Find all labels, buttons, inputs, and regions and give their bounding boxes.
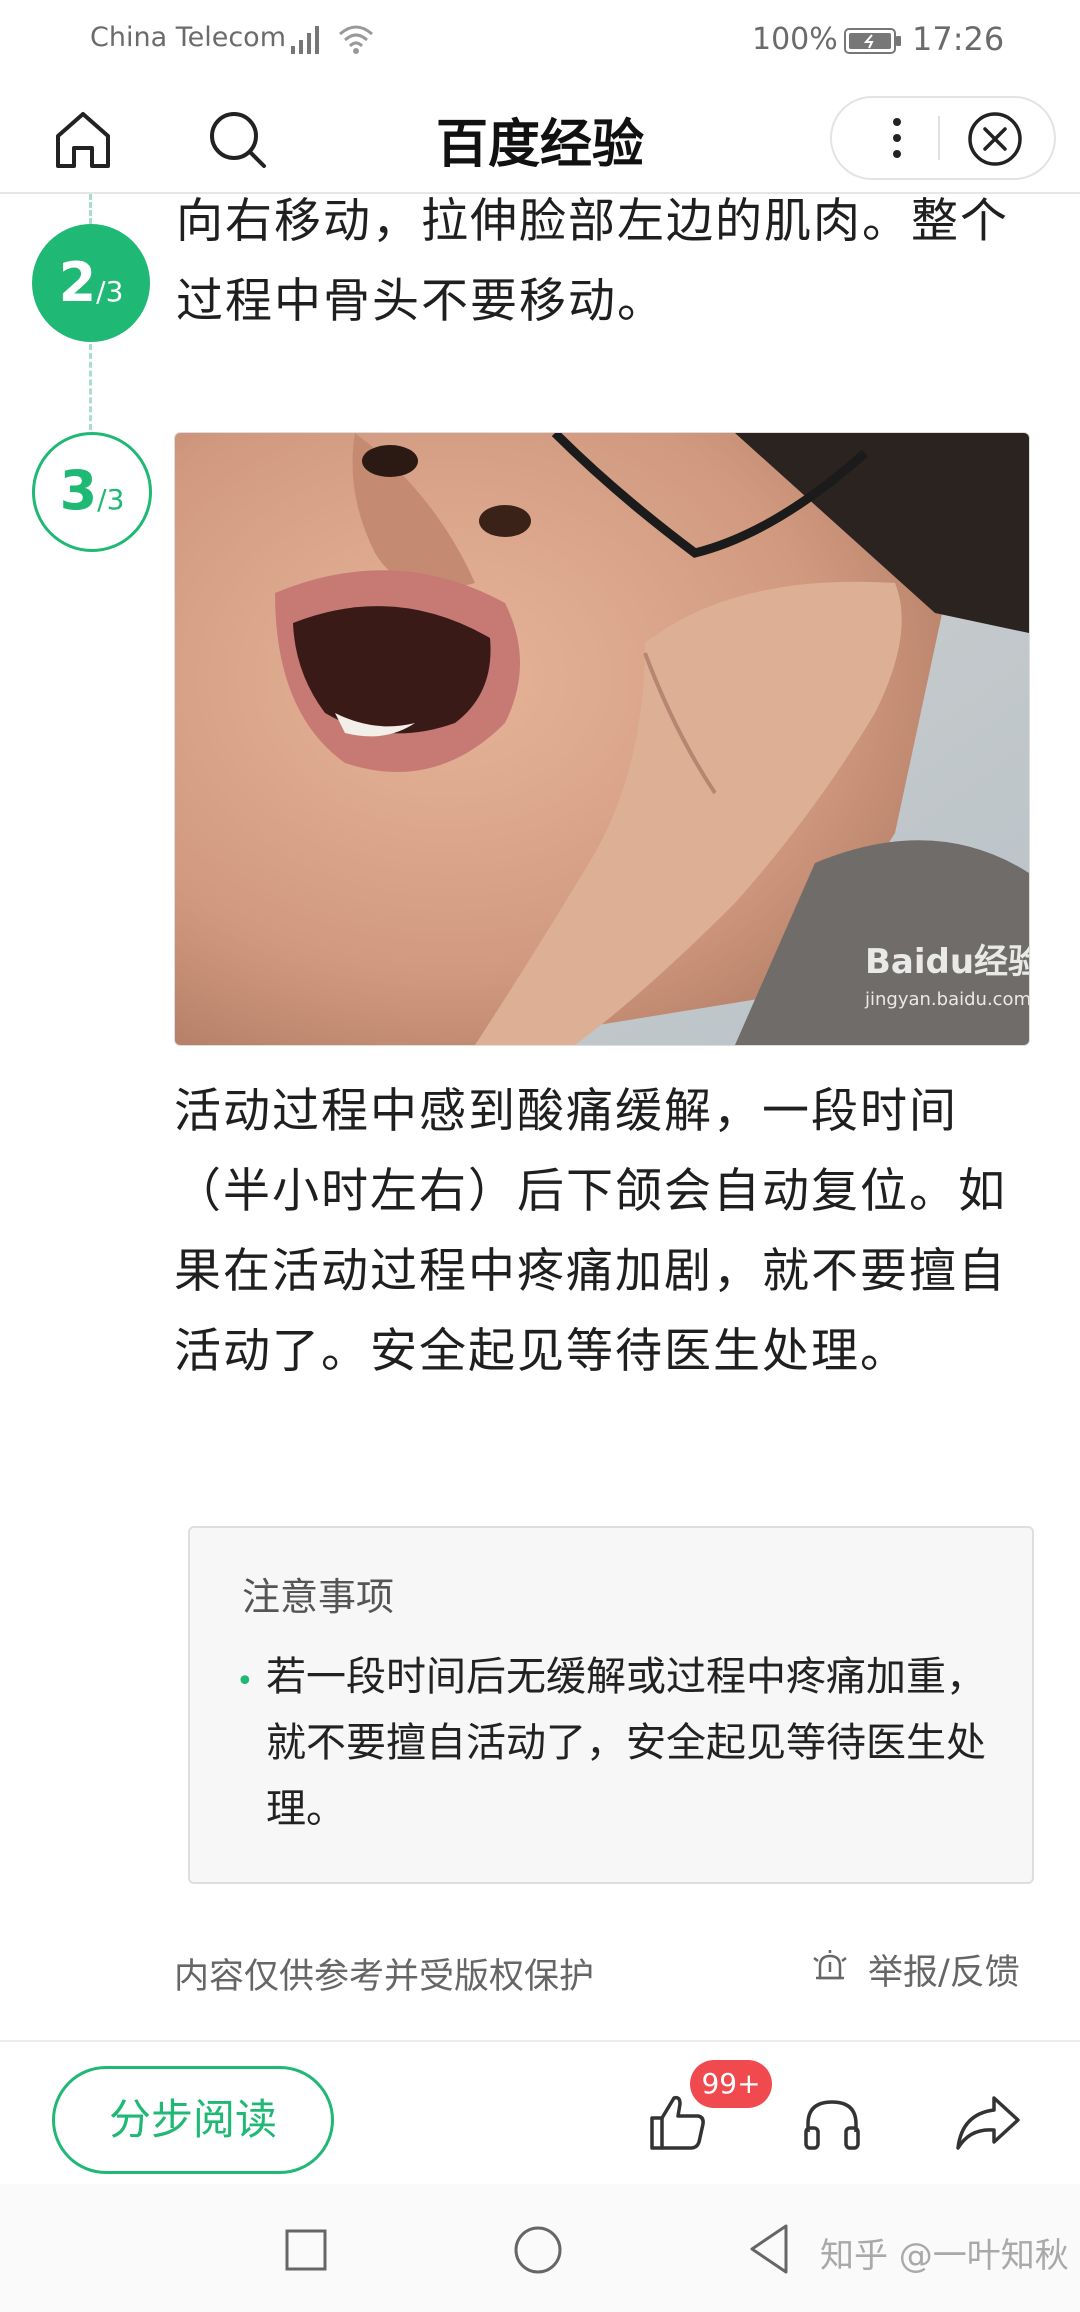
like-count-badge: 99+ — [690, 2060, 772, 2108]
system-home-icon[interactable] — [512, 2224, 564, 2276]
bottom-action-bar: 分步阅读 99+ — [0, 2040, 1080, 2186]
back-icon[interactable] — [746, 2222, 790, 2276]
battery-icon — [844, 28, 901, 54]
signal-icon — [291, 26, 319, 54]
step-number-2: 2/3 — [32, 224, 150, 342]
wifi-icon — [339, 25, 373, 54]
step-total: /3 — [96, 275, 124, 308]
notice-bullet: • — [236, 1664, 254, 1699]
step-total: /3 — [97, 483, 125, 516]
status-bar: China Telecom 100% 17:26 — [0, 0, 1080, 80]
step-number: 2 — [58, 251, 97, 314]
step-text: 活动过程中感到酸痛缓解，一段时间（半小时左右）后下颌会自动复位。如果在活动过程中… — [174, 1084, 1007, 1379]
copyright-note: 内容仅供参考并受版权保护 — [174, 1957, 595, 1997]
notice-text: 若一段时间后无缓解或过程中疼痛加重，就不要擅自活动了，安全起见等待医生处理。 — [266, 1654, 986, 1832]
nav-header: 百度经验 — [0, 80, 1080, 194]
zhihu-watermark: 知乎 @一叶知秋 — [820, 2236, 1069, 2276]
step-number-3: 3/3 — [32, 432, 152, 552]
headphones-icon[interactable] — [800, 2092, 864, 2156]
step-text: 向右移动，拉伸脸部左边的肌肉。整个过程中骨头不要移动。 — [176, 194, 1009, 329]
report-link[interactable]: 举报/反馈 — [868, 1944, 1020, 1995]
photo-watermark: Baidu经验 — [865, 942, 1029, 982]
more-icon[interactable] — [872, 112, 922, 164]
step-photo[interactable]: Baidu经验 jingyan.baidu.com — [174, 432, 1030, 1046]
timeline-line — [89, 344, 92, 430]
step-reading-button[interactable]: 分步阅读 — [52, 2066, 334, 2174]
mini-program-capsule — [830, 96, 1056, 180]
notice-box: 注意事项 • 若一段时间后无缓解或过程中疼痛加重，就不要擅自活动了，安全起见等待… — [188, 1526, 1034, 1884]
step-number: 3 — [59, 459, 98, 522]
carrier-name: China Telecom — [90, 22, 287, 53]
capsule-divider — [938, 116, 940, 160]
step-photo-illustration: Baidu经验 jingyan.baidu.com — [175, 433, 1029, 1045]
photo-watermark-url: jingyan.baidu.com — [864, 989, 1029, 1010]
share-icon[interactable] — [952, 2090, 1024, 2154]
report-icon[interactable] — [810, 1948, 850, 1988]
battery-percent: 100% — [752, 22, 838, 57]
close-icon[interactable] — [966, 110, 1024, 168]
recent-apps-icon[interactable] — [284, 2228, 328, 2272]
notice-title: 注意事项 — [242, 1575, 395, 1619]
system-nav-bar: 知乎 @一叶知秋 — [0, 2184, 1080, 2312]
clock: 17:26 — [912, 20, 1005, 58]
timeline-line — [89, 194, 92, 224]
